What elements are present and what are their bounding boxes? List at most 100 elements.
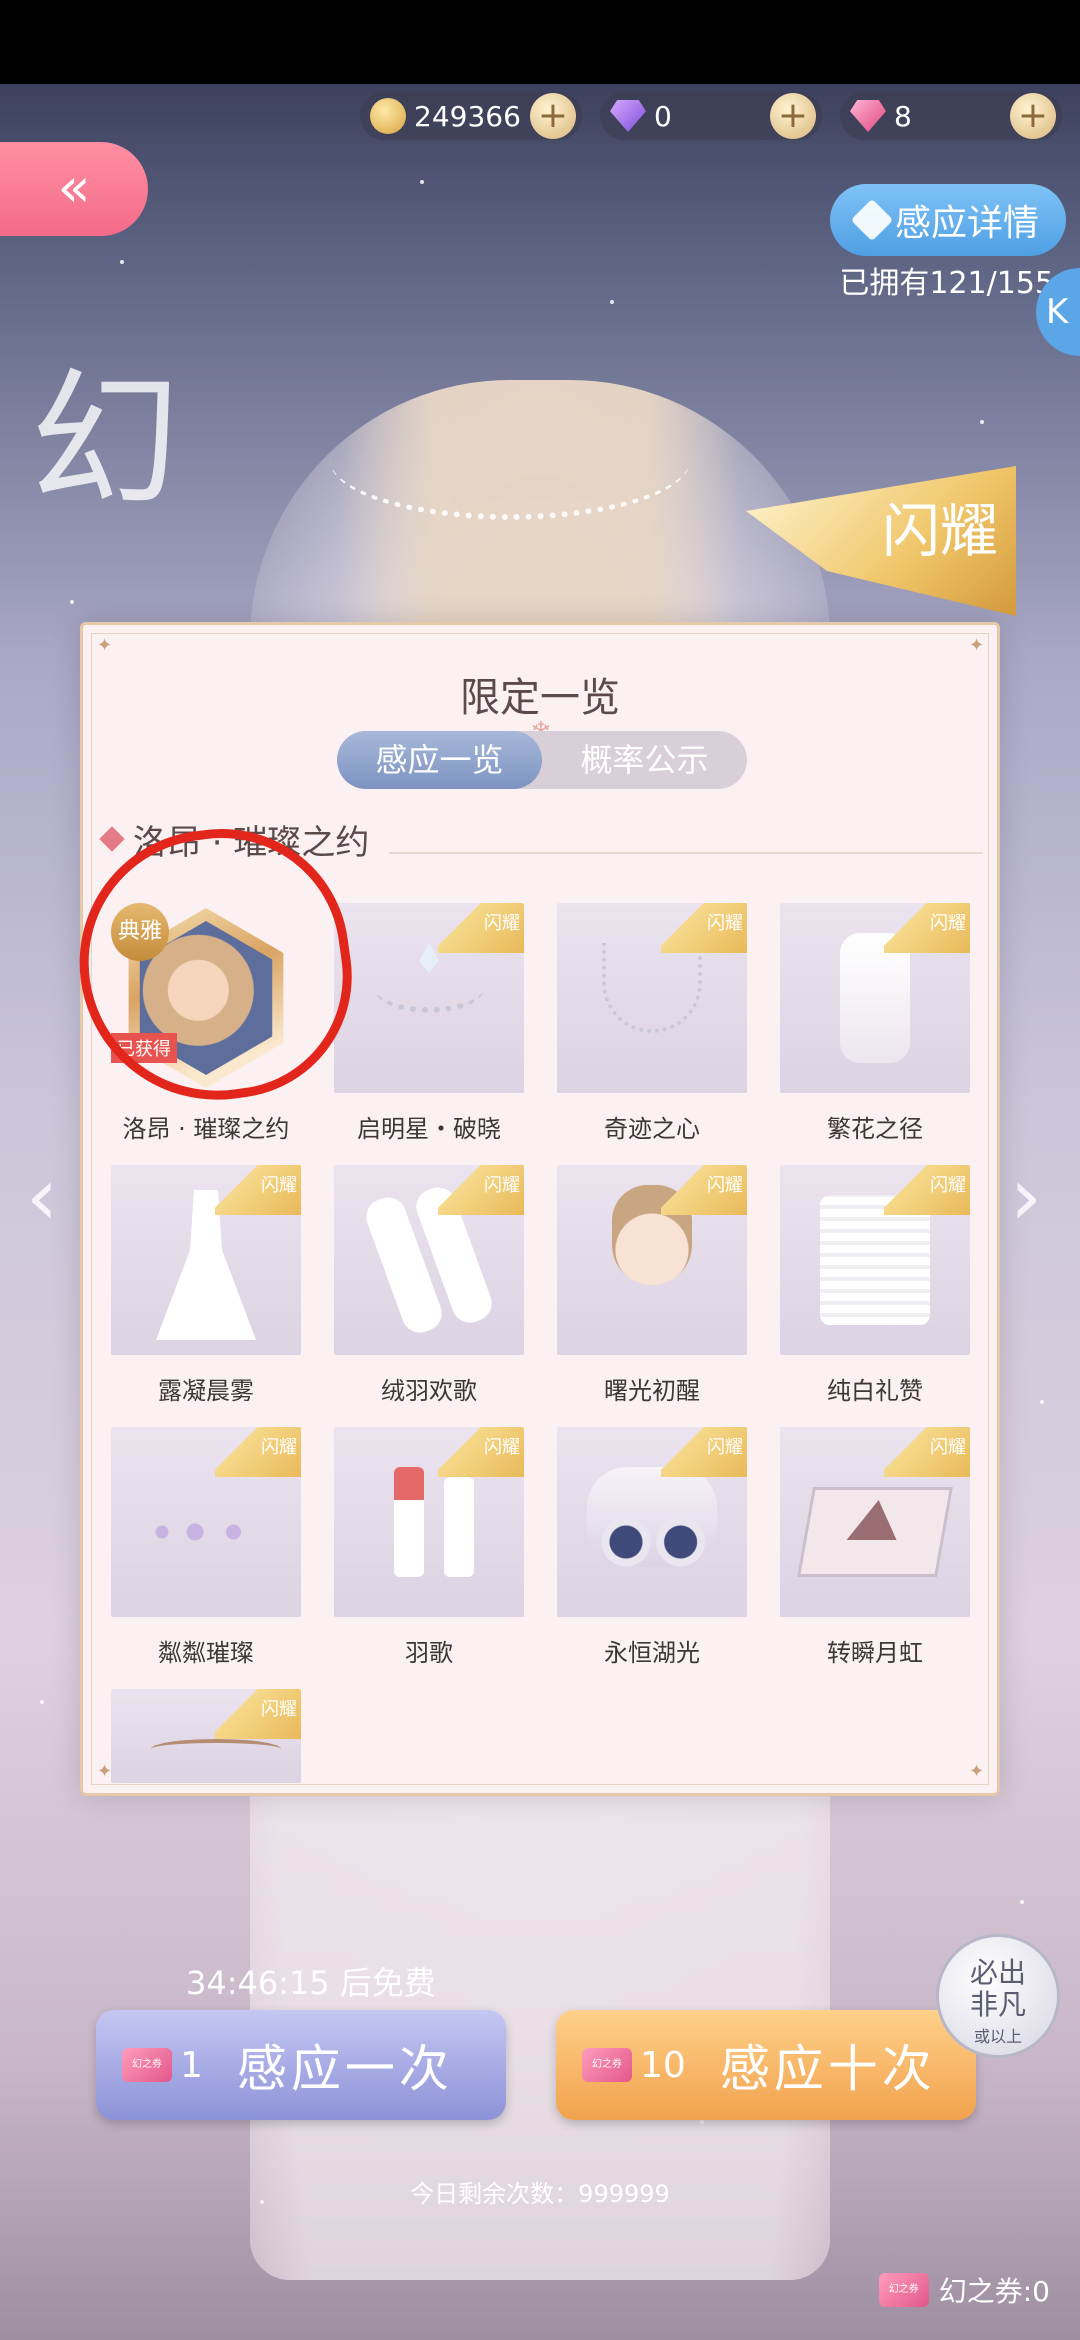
item-card[interactable]: 闪耀 粼粼璀璨 bbox=[111, 1427, 301, 1668]
item-card[interactable]: 闪耀 永恒湖光 bbox=[557, 1427, 747, 1668]
add-purple-diamond-button[interactable]: + bbox=[770, 93, 816, 139]
item-thumb: 闪耀 bbox=[780, 1427, 970, 1617]
guarantee-badge: 必出 非凡 或以上 bbox=[936, 1934, 1060, 2058]
item-card[interactable]: 闪耀 绒羽欢歌 bbox=[334, 1165, 524, 1406]
lipstick-icon bbox=[444, 1477, 474, 1577]
corner-ornament-icon: ✦ bbox=[97, 1761, 113, 1782]
ticket-balance: 幻之券 幻之券:0 bbox=[878, 2270, 1050, 2310]
section-divider bbox=[389, 852, 983, 854]
item-label: 奇迹之心 bbox=[604, 1115, 700, 1143]
induct-ten-button[interactable]: 幻之券 10 感应十次 bbox=[556, 2010, 976, 2120]
necklace-icon bbox=[602, 943, 702, 1033]
tiara-icon bbox=[374, 963, 484, 1013]
palette-icon bbox=[797, 1487, 953, 1577]
item-card[interactable]: 闪耀 曙光初醒 bbox=[557, 1165, 747, 1406]
ticket-balance-value: 幻之券:0 bbox=[938, 2275, 1050, 2308]
coin-icon bbox=[370, 98, 406, 134]
item-label: 永恒湖光 bbox=[604, 1639, 700, 1667]
item-card[interactable]: 闪耀 启明星・破晓 bbox=[334, 903, 524, 1144]
item-thumb: 闪耀 bbox=[780, 903, 970, 1093]
shine-ribbon: 闪耀 bbox=[438, 1165, 524, 1215]
item-thumb: 闪耀 bbox=[111, 1427, 301, 1617]
coin-value: 249366 bbox=[414, 99, 521, 133]
corner-ornament-icon: ✦ bbox=[969, 1761, 985, 1782]
item-thumb: 闪耀 bbox=[780, 1165, 970, 1355]
shine-ribbon: 闪耀 bbox=[661, 1165, 747, 1215]
induct-once-label: 感应一次 bbox=[236, 2040, 453, 2098]
item-label: 转瞬月虹 bbox=[827, 1639, 923, 1667]
add-pink-diamond-button[interactable]: + bbox=[1010, 93, 1056, 139]
corner-ornament-icon: ✦ bbox=[97, 635, 113, 656]
currency-bar: 249366 + 0 + 8 + bbox=[360, 88, 1062, 144]
item-card[interactable]: 闪耀 bbox=[111, 1689, 301, 1783]
item-label: 洛昂 · 璀璨之约 bbox=[122, 1115, 290, 1143]
shine-ribbon: 闪耀 bbox=[215, 1427, 301, 1477]
diamond-bullet-icon bbox=[99, 826, 125, 852]
tab-probability[interactable]: 概率公示 bbox=[542, 731, 747, 789]
panel-title: 限定一览 bbox=[460, 675, 620, 721]
guarantee-line-1: 必出 bbox=[969, 1956, 1026, 1989]
shine-ribbon: 闪耀 bbox=[884, 1165, 970, 1215]
remaining-count: 今日剩余次数：999999 bbox=[410, 2180, 670, 2208]
shine-ribbon: 闪耀 bbox=[438, 903, 524, 953]
brush-icon bbox=[151, 1739, 281, 1759]
tab-induction-list[interactable]: 感应一览 bbox=[337, 731, 542, 789]
item-label: 绒羽欢歌 bbox=[381, 1377, 477, 1405]
diamond-icon bbox=[850, 198, 894, 242]
item-label: 露凝晨雾 bbox=[158, 1377, 254, 1405]
purple-diamond-icon bbox=[610, 100, 646, 132]
pink-diamond-icon bbox=[850, 100, 886, 132]
shine-ribbon: 闪耀 bbox=[215, 1165, 301, 1215]
gems-icon bbox=[151, 1517, 261, 1547]
ticket-icon: 幻之券 bbox=[878, 2273, 929, 2307]
prev-arrow-icon[interactable]: ‹ bbox=[26, 1150, 66, 1270]
coin-counter: 249366 + bbox=[360, 92, 582, 140]
shine-ribbon: 闪耀 bbox=[661, 1427, 747, 1477]
item-card[interactable]: 闪耀 羽歌 bbox=[334, 1427, 524, 1668]
shine-ribbon: 闪耀 bbox=[884, 903, 970, 953]
item-thumb: 闪耀 bbox=[334, 1165, 524, 1355]
corner-ornament-icon: ✦ bbox=[969, 635, 985, 656]
shine-ribbon: 闪耀 bbox=[438, 1427, 524, 1477]
item-label: 羽歌 bbox=[405, 1639, 453, 1667]
item-label: 粼粼璀璨 bbox=[158, 1639, 254, 1667]
item-thumb: 闪耀 bbox=[557, 903, 747, 1093]
item-thumb: 闪耀 bbox=[111, 1689, 301, 1783]
item-card[interactable]: 闪耀 纯白礼赞 bbox=[780, 1165, 970, 1406]
item-label: 启明星・破晓 bbox=[357, 1115, 501, 1143]
next-arrow-icon[interactable]: › bbox=[1010, 1150, 1050, 1270]
ticket-cost: 1 bbox=[180, 2044, 203, 2086]
induction-details-button[interactable]: 感应详情 bbox=[830, 184, 1066, 256]
shine-ribbon: 闪耀 bbox=[884, 1427, 970, 1477]
item-card[interactable]: 闪耀 繁花之径 bbox=[780, 903, 970, 1144]
guarantee-line-2: 非凡 bbox=[969, 1988, 1026, 2021]
item-card[interactable]: 闪耀 奇迹之心 bbox=[557, 903, 747, 1144]
item-thumb: 闪耀 bbox=[557, 1165, 747, 1355]
shine-ribbon: 闪耀 bbox=[661, 903, 747, 953]
compact-icon bbox=[587, 1467, 717, 1567]
induct-once-button[interactable]: 幻之券 1 感应一次 bbox=[96, 2010, 506, 2120]
item-card[interactable]: 闪耀 露凝晨雾 bbox=[111, 1165, 301, 1406]
backdrop-tiara bbox=[330, 400, 690, 520]
add-coins-button[interactable]: + bbox=[530, 93, 576, 139]
limited-list-panel: ✦ ✦ ✦ ✦ 限定一览 ❄ 感应一览 概率公示 洛昂 · 璀璨之约 典雅 已获… bbox=[80, 622, 1000, 1796]
induct-ten-label: 感应十次 bbox=[719, 2040, 936, 2098]
purple-diamond-counter: 0 + bbox=[600, 92, 822, 140]
pink-diamond-counter: 8 + bbox=[840, 92, 1062, 140]
shine-ribbon: 闪耀 bbox=[215, 1689, 301, 1739]
panel-tabs: 感应一览 概率公示 bbox=[337, 731, 747, 789]
item-label: 曙光初醒 bbox=[604, 1377, 700, 1405]
back-button[interactable]: « bbox=[0, 142, 148, 236]
ticket-icon: 幻之券 bbox=[122, 2048, 172, 2082]
purple-diamond-value: 0 bbox=[654, 99, 672, 133]
screen: 幻 249366 + 0 + 8 + « 感应详情 已拥有121/155 K 闪… bbox=[0, 0, 1080, 2340]
event-logo-text: 幻 bbox=[30, 355, 181, 529]
lipstick-icon bbox=[394, 1467, 424, 1577]
guarantee-line-3: 或以上 bbox=[973, 2027, 1022, 2046]
status-bar bbox=[0, 0, 1080, 84]
induction-details-label: 感应详情 bbox=[894, 203, 1039, 244]
item-thumb: 闪耀 bbox=[334, 1427, 524, 1617]
ticket-icon: 幻之券 bbox=[582, 2048, 632, 2082]
item-card[interactable]: 闪耀 转瞬月虹 bbox=[780, 1427, 970, 1668]
item-label: 纯白礼赞 bbox=[827, 1377, 923, 1405]
